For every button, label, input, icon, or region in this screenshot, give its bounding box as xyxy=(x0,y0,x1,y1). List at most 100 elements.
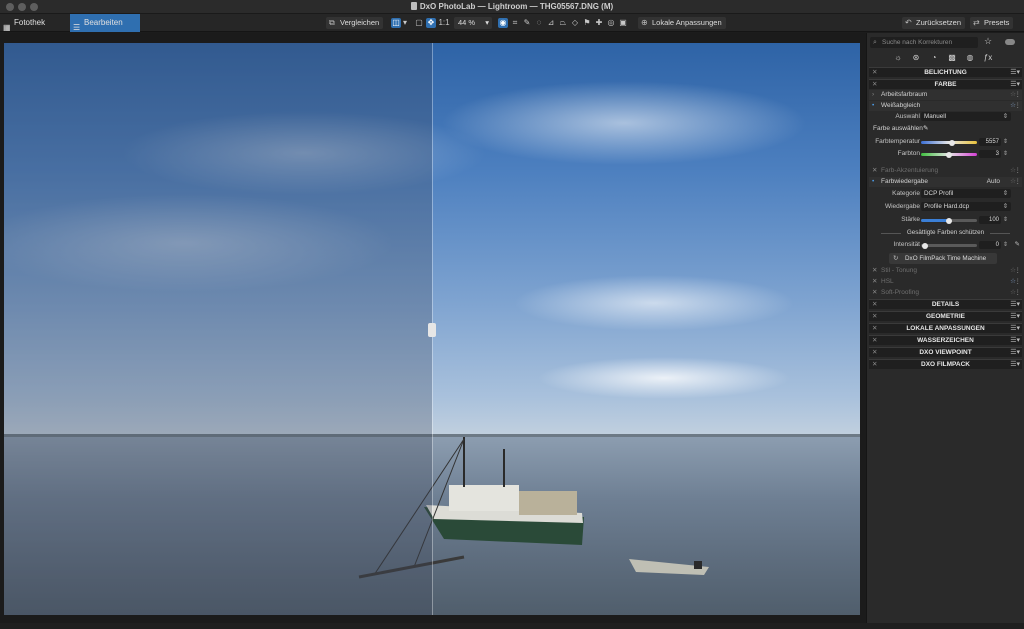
detail-icon[interactable]: ◔ xyxy=(928,52,940,64)
subpalette-stil-tonung[interactable]: ✕ Stil - Tonung ☆ ⋮ xyxy=(869,266,1022,276)
intensitaet-slider[interactable] xyxy=(921,242,977,249)
section-geometrie[interactable]: ✕ GEOMETRIE ☰▾ xyxy=(869,311,1022,321)
staerke-slider-knob[interactable] xyxy=(946,217,952,224)
eyedropper-icon[interactable]: ✎ xyxy=(923,124,928,134)
watermark-icon[interactable]: ◍ xyxy=(964,52,976,64)
kategorie-select[interactable]: DCP Profil ⇕ xyxy=(921,189,1011,198)
subpalette-farb-akzentuierung[interactable]: ✕ Farb-Akzentuierung ☆ ⋮ xyxy=(869,166,1022,176)
one-to-one-button[interactable]: 1:1 xyxy=(438,18,450,28)
tab-library[interactable]: ▦ Fotothek xyxy=(0,14,70,32)
correction-search-input[interactable]: ⌕ Suche nach Korrekturen xyxy=(870,37,978,48)
section-dxo-viewpoint[interactable]: ✕ DXO VIEWPOINT ☰▾ xyxy=(869,347,1022,357)
overlay-toggle[interactable]: ▣ xyxy=(618,18,628,28)
stepper-icon[interactable]: ⇕ xyxy=(1003,240,1008,250)
flag-tool[interactable]: ⚑ xyxy=(582,18,592,28)
eye-open-icon: ◎ xyxy=(607,18,615,27)
perspective-tool[interactable]: ⏢ xyxy=(558,18,568,28)
eyedropper-icon[interactable]: ✎ xyxy=(1015,240,1020,250)
horizon-tool[interactable]: ⊿ xyxy=(546,18,556,28)
zoom-select[interactable]: 44 % ▾ xyxy=(454,17,492,29)
move-tool[interactable]: ✥ xyxy=(426,18,436,28)
section-dxo-filmpack[interactable]: ✕ DXO FILMPACK ☰▾ xyxy=(869,359,1022,369)
subpalette-hsl[interactable]: ✕ HSL ☆ ⋮ xyxy=(869,277,1022,287)
farbtemperatur-slider-knob[interactable] xyxy=(948,139,955,146)
preview-toggle[interactable]: ◎ xyxy=(606,18,616,28)
image-viewer[interactable] xyxy=(0,33,866,623)
close-icon[interactable]: ✕ xyxy=(872,68,877,78)
menu-icon[interactable]: ☰▾ xyxy=(1010,312,1020,322)
repair-tool[interactable]: ✚ xyxy=(594,18,604,28)
more-icon[interactable]: ⋮ xyxy=(1015,101,1022,111)
display-tool[interactable]: ◉ xyxy=(498,18,508,28)
close-icon[interactable]: ✕ xyxy=(872,312,877,322)
geometry-icon[interactable]: ▩ xyxy=(946,52,958,64)
crop-tool[interactable]: ⌗ xyxy=(510,18,520,28)
menu-icon[interactable]: ☰▾ xyxy=(1010,336,1020,346)
more-icon[interactable]: ⋮ xyxy=(1015,166,1022,176)
red-eye-tool[interactable]: ◌ xyxy=(534,18,544,28)
section-belichtung[interactable]: ✕ BELICHTUNG ☰▾ xyxy=(869,67,1022,77)
farbtemperatur-slider[interactable] xyxy=(921,139,977,146)
section-farbe[interactable]: ✕ FARBE ☰▾ xyxy=(869,79,1022,89)
farbton-slider-knob[interactable] xyxy=(946,151,952,158)
white-balance-picker-tool[interactable]: ✎ xyxy=(522,18,532,28)
more-icon[interactable]: ⋮ xyxy=(1015,177,1022,187)
menu-icon[interactable]: ☰▾ xyxy=(1010,360,1020,370)
intensitaet-value[interactable]: 0 xyxy=(979,241,1001,249)
compare-button[interactable]: ⧉ Vergleichen xyxy=(326,17,384,29)
subpalette-farbwiedergabe[interactable]: • Farbwiedergabe Auto ☆ ⋮ xyxy=(869,177,1022,187)
menu-icon[interactable]: ☰▾ xyxy=(1010,300,1020,310)
menu-icon[interactable]: ☰▾ xyxy=(1010,80,1020,90)
close-icon[interactable]: ✕ xyxy=(872,336,877,346)
section-lokale-anpassungen[interactable]: ✕ LOKALE ANPASSUNGEN ☰▾ xyxy=(869,323,1022,333)
split-handle[interactable] xyxy=(428,323,436,337)
local-adjustments-button[interactable]: ⊕ Lokale Anpassungen xyxy=(638,17,726,29)
farbton-slider[interactable] xyxy=(921,151,977,158)
subpalette-arbeitsfarbraum[interactable]: › Arbeitsfarbraum ☆ ⋮ xyxy=(869,90,1022,100)
farbton-value[interactable]: 3 xyxy=(979,150,1001,158)
close-icon[interactable]: ✕ xyxy=(872,80,877,90)
filmstrip-collapsed-bar[interactable] xyxy=(0,623,1024,629)
subpalette-soft-proofing[interactable]: ✕ Soft-Proofing ☆ ⋮ xyxy=(869,288,1022,298)
stepper-icon[interactable]: ⇕ xyxy=(1003,215,1008,225)
auswahl-select[interactable]: Manuell ⇕ xyxy=(921,112,1011,121)
farbtemperatur-value[interactable]: 5557 xyxy=(979,138,1001,146)
tab-edit[interactable]: ☰ Bearbeiten xyxy=(70,14,140,32)
close-icon[interactable]: ✕ xyxy=(872,360,877,370)
presets-button[interactable]: ⇄ Presets xyxy=(970,17,1014,29)
compare-icon: ⧉ xyxy=(329,18,335,27)
stepper-icon[interactable]: ⇕ xyxy=(1003,137,1008,147)
filmpack-time-machine-button[interactable]: ↻ DxO FilmPack Time Machine xyxy=(889,253,997,264)
favorites-star-icon[interactable]: ☆ xyxy=(984,36,992,47)
more-icon[interactable]: ⋮ xyxy=(1015,90,1022,100)
wiedergabe-select[interactable]: Profile Hard.dcp ⇕ xyxy=(921,202,1011,211)
split-view-tool[interactable]: ◫ xyxy=(391,18,401,28)
stepper-icon[interactable]: ⇕ xyxy=(1003,149,1008,159)
section-wasserzeichen[interactable]: ✕ WASSERZEICHEN ☰▾ xyxy=(869,335,1022,345)
panel-toggle-switch[interactable] xyxy=(1005,39,1015,45)
staerke-value[interactable]: 100 xyxy=(979,216,1001,224)
fit-screen-tool[interactable]: ▢ xyxy=(414,18,424,28)
sun-icon[interactable]: ☼ xyxy=(892,52,904,64)
menu-icon[interactable]: ☰▾ xyxy=(1010,324,1020,334)
more-icon[interactable]: ⋮ xyxy=(1015,277,1022,287)
chevron-down-icon: ▾ xyxy=(402,18,407,27)
chevron-down-icon: ▾ xyxy=(485,18,489,27)
menu-icon[interactable]: ☰▾ xyxy=(1010,68,1020,78)
menu-icon[interactable]: ☰▾ xyxy=(1010,348,1020,358)
reset-button[interactable]: ↶ Zurücksetzen xyxy=(902,17,966,29)
split-view-dropdown[interactable]: ▾ xyxy=(402,18,408,28)
close-icon[interactable]: ✕ xyxy=(872,300,877,310)
more-icon[interactable]: ⋮ xyxy=(1015,288,1022,298)
subpalette-weissabgleich[interactable]: • Weißabgleich ☆ ⋮ xyxy=(869,101,1022,111)
more-icon[interactable]: ⋮ xyxy=(1015,266,1022,276)
volume-tool[interactable]: ◇ xyxy=(570,18,580,28)
close-icon[interactable]: ✕ xyxy=(872,348,877,358)
close-icon[interactable]: ✕ xyxy=(872,324,877,334)
intensitaet-slider-knob[interactable] xyxy=(922,242,928,249)
color-circles-icon[interactable]: ⊛ xyxy=(910,52,922,64)
staerke-slider[interactable] xyxy=(921,217,977,224)
section-details[interactable]: ✕ DETAILS ☰▾ xyxy=(869,299,1022,309)
photo-preview[interactable] xyxy=(4,43,860,615)
fx-icon[interactable]: ƒx xyxy=(982,52,994,64)
